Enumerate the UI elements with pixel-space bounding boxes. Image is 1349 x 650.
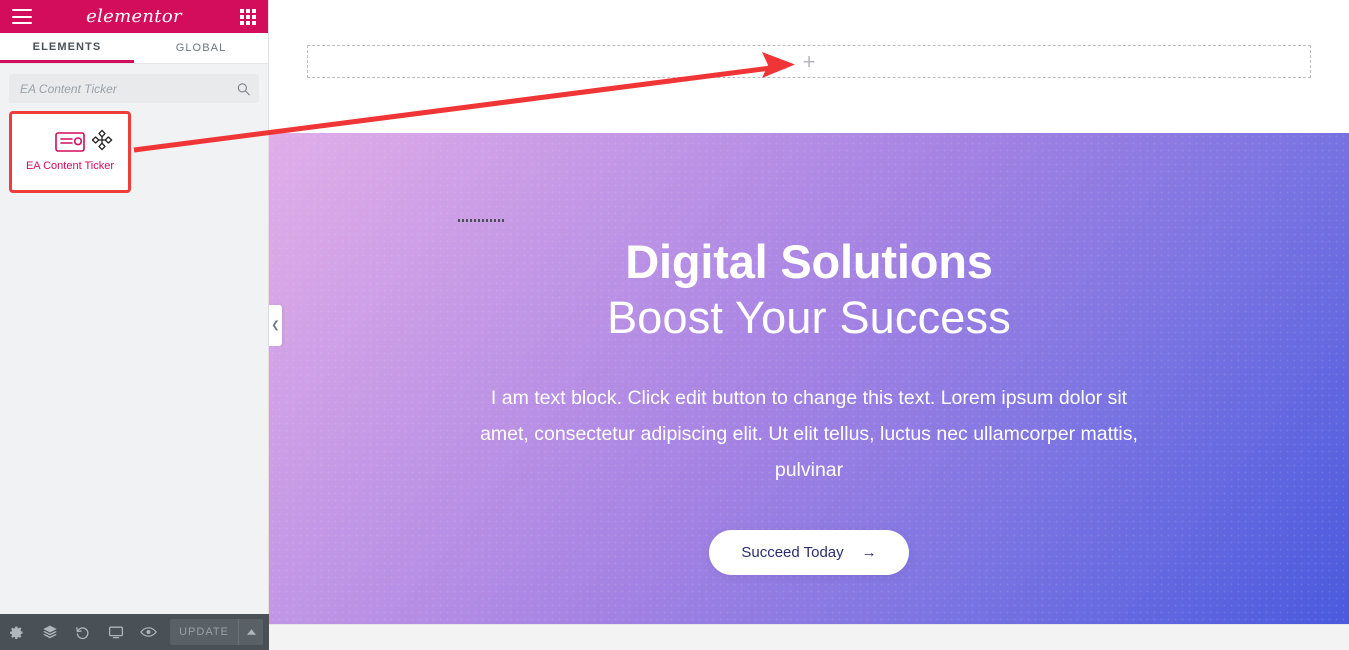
add-section-dropzone[interactable]: + — [307, 45, 1311, 78]
hero-title-line-1: Digital Solutions — [625, 235, 993, 288]
hero-content: Digital Solutions Boost Your Success I a… — [269, 133, 1349, 624]
hamburger-icon[interactable] — [12, 9, 32, 24]
tab-global[interactable]: GLOBAL — [134, 33, 268, 63]
update-button[interactable]: UPDATE — [170, 619, 238, 645]
tab-elements[interactable]: ELEMENTS — [0, 33, 134, 63]
arrow-right-icon: → — [861, 543, 877, 561]
panel-tabs: ELEMENTS GLOBAL — [0, 33, 268, 64]
succeed-today-button[interactable]: Succeed Today → — [709, 529, 909, 575]
panel-collapse-handle[interactable]: ❮ — [269, 305, 282, 346]
update-group: UPDATE — [170, 619, 263, 645]
widget-list: EA Content Ticker — [0, 111, 268, 193]
hero-section[interactable]: Digital Solutions Boost Your Success I a… — [269, 133, 1349, 624]
apps-grid-icon[interactable] — [240, 8, 256, 25]
hero-body-text: I am text block. Click edit button to ch… — [480, 386, 1138, 481]
canvas-bottom-strip — [269, 624, 1349, 650]
hero-button-label: Succeed Today — [741, 543, 844, 561]
plus-icon[interactable]: + — [803, 50, 816, 73]
chevron-up-icon[interactable] — [238, 619, 263, 645]
page-title: Digital Solutions Boost Your Success — [607, 235, 1011, 343]
search-box — [9, 74, 259, 103]
settings-gear-icon[interactable] — [0, 614, 33, 650]
widget-ea-content-ticker[interactable]: EA Content Ticker — [9, 111, 131, 193]
navigator-layers-icon[interactable] — [33, 614, 66, 650]
hero-title-line-2: Boost Your Success — [607, 291, 1011, 343]
search-input[interactable] — [9, 74, 259, 103]
editor-canvas: + Digital Solutions Boost Your Success I… — [269, 0, 1349, 650]
move-arrows-icon — [91, 129, 113, 151]
responsive-monitor-icon[interactable] — [99, 614, 132, 650]
history-undo-icon[interactable] — [66, 614, 99, 650]
elementor-panel: elementor ELEMENTS GLOBAL EA Content Tic… — [0, 0, 269, 650]
widget-label: EA Content Ticker — [25, 160, 115, 172]
content-ticker-icon — [55, 132, 85, 152]
search-area — [0, 64, 268, 111]
preview-eye-icon[interactable] — [132, 614, 165, 650]
elementor-logo: elementor — [86, 6, 182, 27]
panel-footer: UPDATE — [0, 614, 269, 650]
panel-header: elementor — [0, 0, 268, 33]
chevron-left-icon: ❮ — [271, 319, 280, 331]
